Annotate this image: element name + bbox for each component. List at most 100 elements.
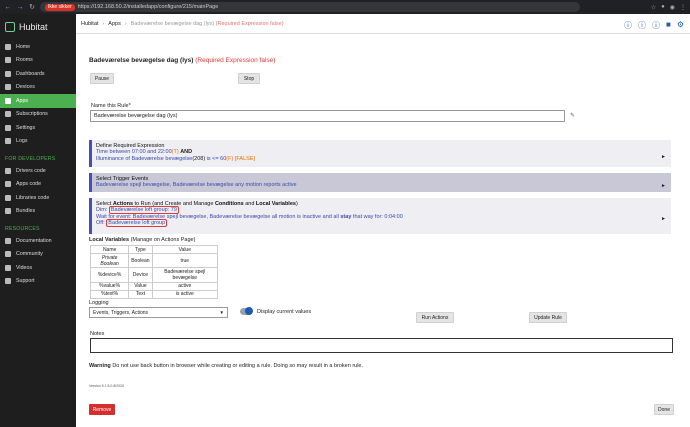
- forward-icon[interactable]: →: [16, 4, 24, 11]
- sidebar-item-label: Bundles: [16, 208, 36, 215]
- done-button[interactable]: Done: [654, 404, 674, 415]
- sidebar-item-libraries-code[interactable]: Libraries code: [0, 191, 76, 205]
- breadcrumb-apps[interactable]: Apps: [108, 21, 121, 27]
- sidebar-item-dashboards[interactable]: Dashboards: [0, 67, 76, 81]
- local-variables-title-text: Local Variables: [89, 237, 130, 243]
- actions-panel[interactable]: Select Actions to Run (and Create and Ma…: [89, 198, 671, 234]
- table-cell: Value: [128, 281, 153, 291]
- table-cell: Text: [128, 289, 153, 299]
- back-icon[interactable]: ←: [4, 4, 12, 11]
- local-variables-subtitle: (Manage on Actions Page): [130, 237, 196, 243]
- wait-action-post: that way for: 0:04:00: [351, 213, 403, 220]
- sidebar-item-community[interactable]: Community: [0, 248, 76, 262]
- table-cell: Badeværelse spejl bevægelse: [151, 267, 219, 283]
- sidebar-item-label: Subscriptions: [16, 111, 48, 118]
- extension-icon[interactable]: ●: [661, 4, 665, 11]
- actions-heading-conditions: Conditions: [214, 201, 244, 207]
- chevron-right-icon: ›: [124, 20, 127, 27]
- sidebar-item-label: Logs: [16, 138, 28, 145]
- dim-action-label: Dim:: [96, 207, 108, 214]
- sidebar-item-drivers-code[interactable]: Drivers code: [0, 164, 76, 178]
- profile-icon[interactable]: ◉: [670, 4, 675, 11]
- update-rule-button[interactable]: Update Rule: [529, 312, 567, 323]
- sidebar-item-support[interactable]: Support: [0, 275, 76, 289]
- table-cell: %device%: [89, 267, 130, 283]
- breadcrumb-home[interactable]: Hubitat: [81, 21, 98, 27]
- trigger-events-panel[interactable]: Select Trigger Events Badeværelse spejl …: [89, 173, 671, 192]
- table-cell: active: [151, 281, 219, 291]
- settings-icon[interactable]: ⚙: [677, 20, 684, 31]
- apps-icon: [5, 97, 11, 104]
- address-bar[interactable]: Ikke sikker https://192.168.50.2/install…: [40, 2, 580, 12]
- arrow-right-icon: ►: [661, 153, 666, 160]
- developers-section-title: FOR DEVELOPERS: [5, 156, 56, 162]
- rule-name-input[interactable]: Badeværelse bevægelse dag (lys): [90, 110, 565, 122]
- local-variables-title: Local Variables (Manage on Actions Page): [89, 237, 195, 243]
- bookmark-icon[interactable]: ☆: [651, 4, 656, 11]
- rule-name-label: Name this Rule*: [91, 103, 131, 109]
- sidebar-item-label: Settings: [16, 124, 36, 131]
- sidebar-item-videos[interactable]: Videos: [0, 261, 76, 275]
- remove-button[interactable]: Remove: [89, 404, 115, 415]
- breadcrumb-current: Badeværelse bevægelse dag (lys) (Require…: [131, 21, 284, 27]
- video-icon[interactable]: ■: [666, 20, 671, 31]
- arrow-right-icon: ►: [661, 182, 666, 189]
- sidebar-item-bundles[interactable]: Bundles: [0, 205, 76, 219]
- edit-icon[interactable]: ✎: [570, 112, 575, 119]
- table-cell: true: [151, 253, 219, 269]
- column-header: Value: [151, 244, 219, 255]
- illuminance-flag: (F) [FALSE]: [226, 155, 255, 162]
- sidebar-item-home[interactable]: Home: [0, 40, 76, 54]
- sidebar-item-label: Drivers code: [16, 167, 46, 174]
- sidebar-item-apps[interactable]: Apps: [0, 94, 76, 108]
- support-icon: [5, 278, 11, 285]
- notes-input[interactable]: [90, 338, 673, 353]
- breadcrumb: Hubitat › Apps › Badeværelse bevægelse d…: [76, 14, 690, 34]
- rule-title: Badeværelse bevægelse dag (lys): [89, 57, 194, 64]
- help-icon[interactable]: ⓘ: [638, 20, 646, 31]
- sidebar-item-rooms[interactable]: Rooms: [0, 54, 76, 68]
- arrow-right-icon: ►: [661, 216, 666, 222]
- actions-heading-and: and: [243, 201, 256, 207]
- table-cell: %text%: [89, 289, 130, 299]
- required-expression-panel[interactable]: Define Required Expression Time between …: [89, 140, 671, 167]
- sidebar-item-documentation[interactable]: Documentation: [0, 234, 76, 248]
- community-icon: [5, 251, 11, 258]
- brand[interactable]: Hubitat: [0, 14, 76, 40]
- menu-icon[interactable]: ⋮: [680, 4, 686, 11]
- table-cell: Boolean: [128, 253, 153, 269]
- sidebar-item-apps-code[interactable]: Apps code: [0, 178, 76, 192]
- chevron-right-icon: ›: [102, 20, 105, 27]
- devices-icon: [5, 84, 11, 91]
- bundles-icon: [5, 208, 11, 215]
- off-action-target: Badeværelse loft group: [106, 218, 168, 227]
- drivers-code-icon: [5, 167, 11, 174]
- sidebar-item-devices[interactable]: Devices: [0, 81, 76, 95]
- time-flag: (T): [171, 149, 179, 156]
- sidebar-item-subscriptions[interactable]: Subscriptions: [0, 108, 76, 122]
- display-values-toggle[interactable]: [240, 307, 253, 315]
- documentation-icon: [5, 237, 11, 244]
- illuminance-value: (208): [192, 155, 206, 162]
- logs-icon: [5, 138, 11, 145]
- wait-action-stay: stay: [340, 213, 352, 220]
- main-content: Badeværelse bevægelse dag (lys) (Require…: [76, 35, 690, 427]
- version-text: Version 5.1 8.0.8/2020: [89, 384, 125, 388]
- stop-button[interactable]: Stop: [238, 73, 260, 84]
- reload-icon[interactable]: ↻: [28, 3, 36, 11]
- settings-icon: [5, 124, 11, 131]
- sidebar-item-logs[interactable]: Logs: [0, 135, 76, 149]
- logging-select[interactable]: Events, Triggers, Actions ▼: [89, 307, 228, 318]
- sidebar-item-settings[interactable]: Settings: [0, 121, 76, 135]
- sidebar: Hubitat Home Rooms Dashboards Devices Apps Su…: [0, 14, 76, 427]
- code-icon[interactable]: ⓘ: [652, 20, 660, 31]
- logging-select-value: Events, Triggers, Actions: [93, 309, 149, 316]
- info-icon[interactable]: ⓘ: [624, 20, 632, 31]
- sidebar-item-label: Support: [16, 278, 35, 285]
- actions-heading-end: ): [295, 201, 298, 207]
- pause-button[interactable]: Pause: [90, 73, 114, 84]
- url-text: https://192.168.50.2/installedapp/config…: [77, 4, 219, 10]
- run-actions-button[interactable]: Run Actions: [416, 312, 454, 323]
- subscriptions-icon: [5, 111, 11, 118]
- chevron-down-icon: ▼: [219, 310, 224, 315]
